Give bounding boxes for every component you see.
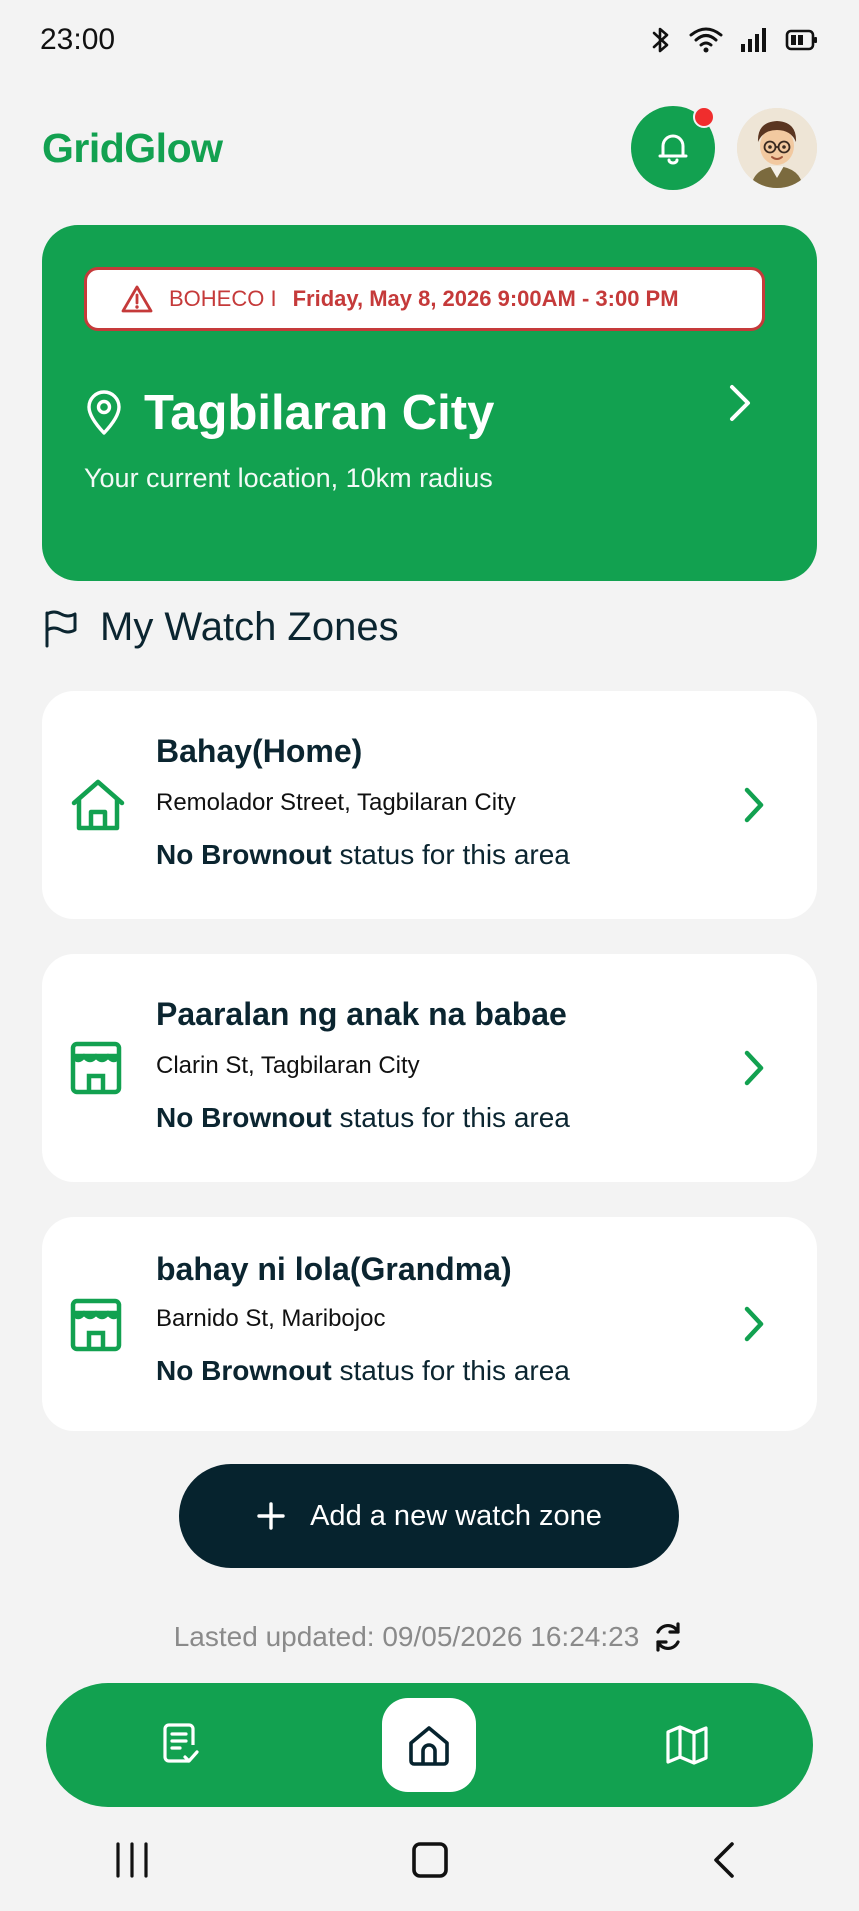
chevron-right-icon[interactable] [741,1303,767,1345]
last-updated: Lasted updated: 09/05/2026 16:24:23 [0,1620,859,1654]
watch-zone-card[interactable]: Paaralan ng anak na babae Clarin St, Tag… [42,954,817,1182]
chevron-right-icon[interactable] [741,784,767,826]
location-name: Tagbilaran City [144,386,495,440]
nav-home[interactable] [382,1683,476,1807]
flag-icon [45,610,77,647]
system-nav-bar [0,1820,859,1911]
notifications-button[interactable] [631,106,715,190]
watch-zones-heading: My Watch Zones [42,605,399,650]
zone-status: No Brownout status for this area [156,1355,570,1387]
chevron-right-icon[interactable] [741,1047,767,1089]
store-icon [70,1298,122,1352]
recent-apps-icon[interactable] [110,1838,154,1882]
status-time: 23:00 [40,23,116,56]
nav-home-active-pill [382,1698,476,1792]
bell-icon [658,134,688,165]
zone-address: Barnido St, Maribojoc [156,1305,386,1332]
zone-address: Clarin St, Tagbilaran City [156,1052,420,1079]
last-updated-text: Lasted updated: 09/05/2026 16:24:23 [173,1621,640,1652]
zone-status: No Brownout status for this area [156,839,570,871]
home-icon [409,1726,449,1766]
report-icon [163,1723,199,1763]
add-watch-zone-label: Add a new watch zone [310,1499,602,1532]
wifi-icon [689,27,723,53]
zone-status-text: status for this area [331,1102,570,1133]
store-icon [70,1041,122,1095]
zone-name: Paaralan ng anak na babae [156,996,567,1032]
watch-zone-card[interactable]: Bahay(Home) Remolador Street, Tagbilaran… [42,691,817,919]
header-actions [631,106,817,190]
battery-icon [785,29,817,51]
location-card[interactable]: BOHECO I Friday, May 8, 2026 9:00AM - 3:… [42,225,817,581]
location-subtitle: Your current location, 10km radius [84,463,493,493]
add-watch-zone-button[interactable]: Add a new watch zone [179,1464,679,1568]
avatar-illustration [737,108,817,188]
back-icon[interactable] [704,1838,748,1882]
notification-badge [693,106,715,128]
bluetooth-icon [652,27,669,53]
status-bar: 23:00 [0,0,859,80]
home-icon [71,779,125,831]
location-pin-icon [87,390,121,435]
zone-status-label: No Brownout [156,1355,332,1386]
location-row: Tagbilaran City [84,385,494,441]
refresh-icon[interactable] [651,1620,685,1654]
zone-status-label: No Brownout [156,839,332,870]
zone-name: bahay ni lola(Grandma) [156,1251,512,1287]
zone-status: No Brownout status for this area [156,1102,570,1134]
alert-provider: BOHECO I [169,286,277,311]
zone-status-text: status for this area [331,839,570,870]
bottom-nav [46,1683,813,1807]
outage-alert-banner[interactable]: BOHECO I Friday, May 8, 2026 9:00AM - 3:… [84,267,765,331]
avatar[interactable] [737,108,817,188]
status-icons [649,24,819,56]
warning-icon [121,285,153,313]
watch-zones-title: My Watch Zones [100,605,399,649]
zone-address: Remolador Street, Tagbilaran City [156,789,516,816]
app-title: GridGlow [42,124,223,171]
zone-status-label: No Brownout [156,1102,332,1133]
nav-reports[interactable] [146,1683,216,1807]
app-header: GridGlow [42,105,817,191]
alert-schedule: Friday, May 8, 2026 9:00AM - 3:00 PM [292,286,679,311]
map-icon [666,1725,708,1765]
plus-icon [257,1502,285,1530]
nav-map[interactable] [652,1683,722,1807]
chevron-right-icon[interactable] [725,380,755,426]
watch-zone-card[interactable]: bahay ni lola(Grandma) Barnido St, Marib… [42,1217,817,1431]
signal-icon [741,28,766,52]
home-nav-icon[interactable] [406,1838,454,1882]
zone-name: Bahay(Home) [156,733,363,769]
zone-status-text: status for this area [331,1355,570,1386]
